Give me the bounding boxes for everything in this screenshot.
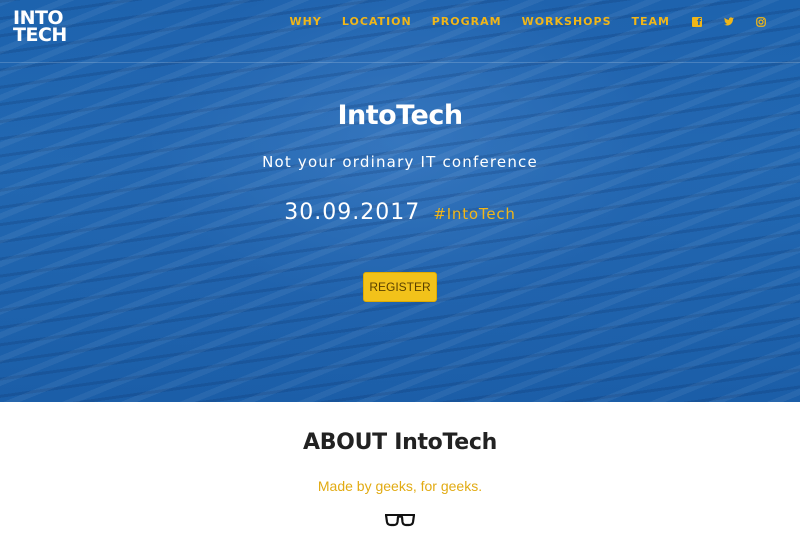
nav-link-team[interactable]: TEAM <box>632 16 670 28</box>
facebook-icon[interactable] <box>692 17 702 28</box>
nav-link-program[interactable]: PROGRAM <box>432 16 502 28</box>
instagram-icon[interactable] <box>756 17 766 27</box>
logo-line-2: TECH <box>13 24 67 46</box>
event-date: 30.09.2017 <box>284 200 421 225</box>
main-nav: WHY LOCATION PROGRAM WORKSHOPS TEAM <box>270 16 766 28</box>
nav-link-workshops[interactable]: WORKSHOPS <box>522 16 612 28</box>
event-date-row: 30.09.2017 #IntoTech <box>0 200 800 225</box>
glasses-icon <box>384 514 416 527</box>
twitter-icon[interactable] <box>724 17 734 27</box>
hero-section: INTO TECH WHY LOCATION PROGRAM WORKSHOPS… <box>0 0 800 402</box>
event-hashtag: #IntoTech <box>433 205 516 223</box>
nav-link-why[interactable]: WHY <box>290 16 322 28</box>
nav-link-location[interactable]: LOCATION <box>342 16 412 28</box>
hero-subtitle: Not your ordinary IT conference <box>262 153 538 171</box>
hero-title: IntoTech <box>337 100 463 131</box>
about-subtitle: Made by geeks, for geeks. <box>317 478 483 494</box>
about-title: ABOUT IntoTech <box>302 430 497 455</box>
site-logo[interactable]: INTO TECH <box>13 9 67 46</box>
register-button[interactable]: REGISTER <box>363 272 437 302</box>
navbar: INTO TECH WHY LOCATION PROGRAM WORKSHOPS… <box>0 0 800 63</box>
